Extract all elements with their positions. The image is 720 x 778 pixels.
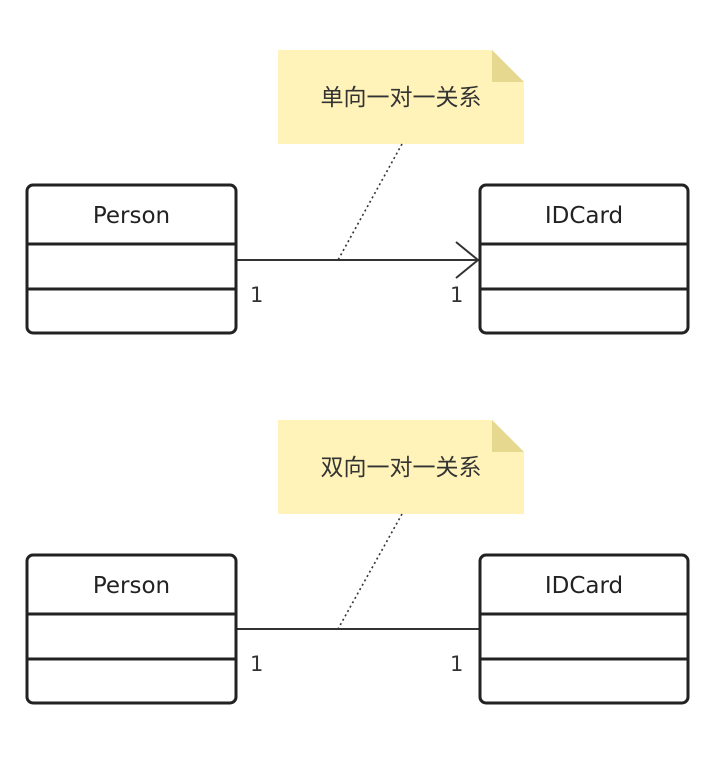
note-1-fold <box>492 50 524 82</box>
diagram-unidirectional: 单向一对一关系 1 1 Person IDCard <box>25 50 690 335</box>
class-idcard-1[interactable]: IDCard <box>478 183 690 335</box>
class-idcard-1-name: IDCard <box>545 203 623 229</box>
class-person-2[interactable]: Person <box>25 553 238 705</box>
multiplicity-left-2: 1 <box>250 652 263 676</box>
class-idcard-2[interactable]: IDCard <box>478 553 690 705</box>
note-2-fold <box>492 420 524 452</box>
note-2: 双向一对一关系 <box>278 420 524 514</box>
class-idcard-2-name: IDCard <box>545 573 623 599</box>
class-person-1[interactable]: Person <box>25 183 238 335</box>
uml-canvas: 单向一对一关系 1 1 Person IDCard 双向一对一关系 1 1 Pe… <box>25 50 690 705</box>
multiplicity-right-1: 1 <box>450 283 463 307</box>
note-2-link <box>337 513 403 630</box>
diagram-bidirectional: 双向一对一关系 1 1 Person IDCard <box>25 420 690 705</box>
note-1-link <box>337 143 403 261</box>
note-2-text: 双向一对一关系 <box>321 455 482 481</box>
class-person-2-name: Person <box>93 573 170 599</box>
class-person-1-name: Person <box>93 203 170 229</box>
note-1-text: 单向一对一关系 <box>321 85 482 111</box>
multiplicity-right-2: 1 <box>450 652 463 676</box>
note-1: 单向一对一关系 <box>278 50 524 144</box>
multiplicity-left-1: 1 <box>250 283 263 307</box>
